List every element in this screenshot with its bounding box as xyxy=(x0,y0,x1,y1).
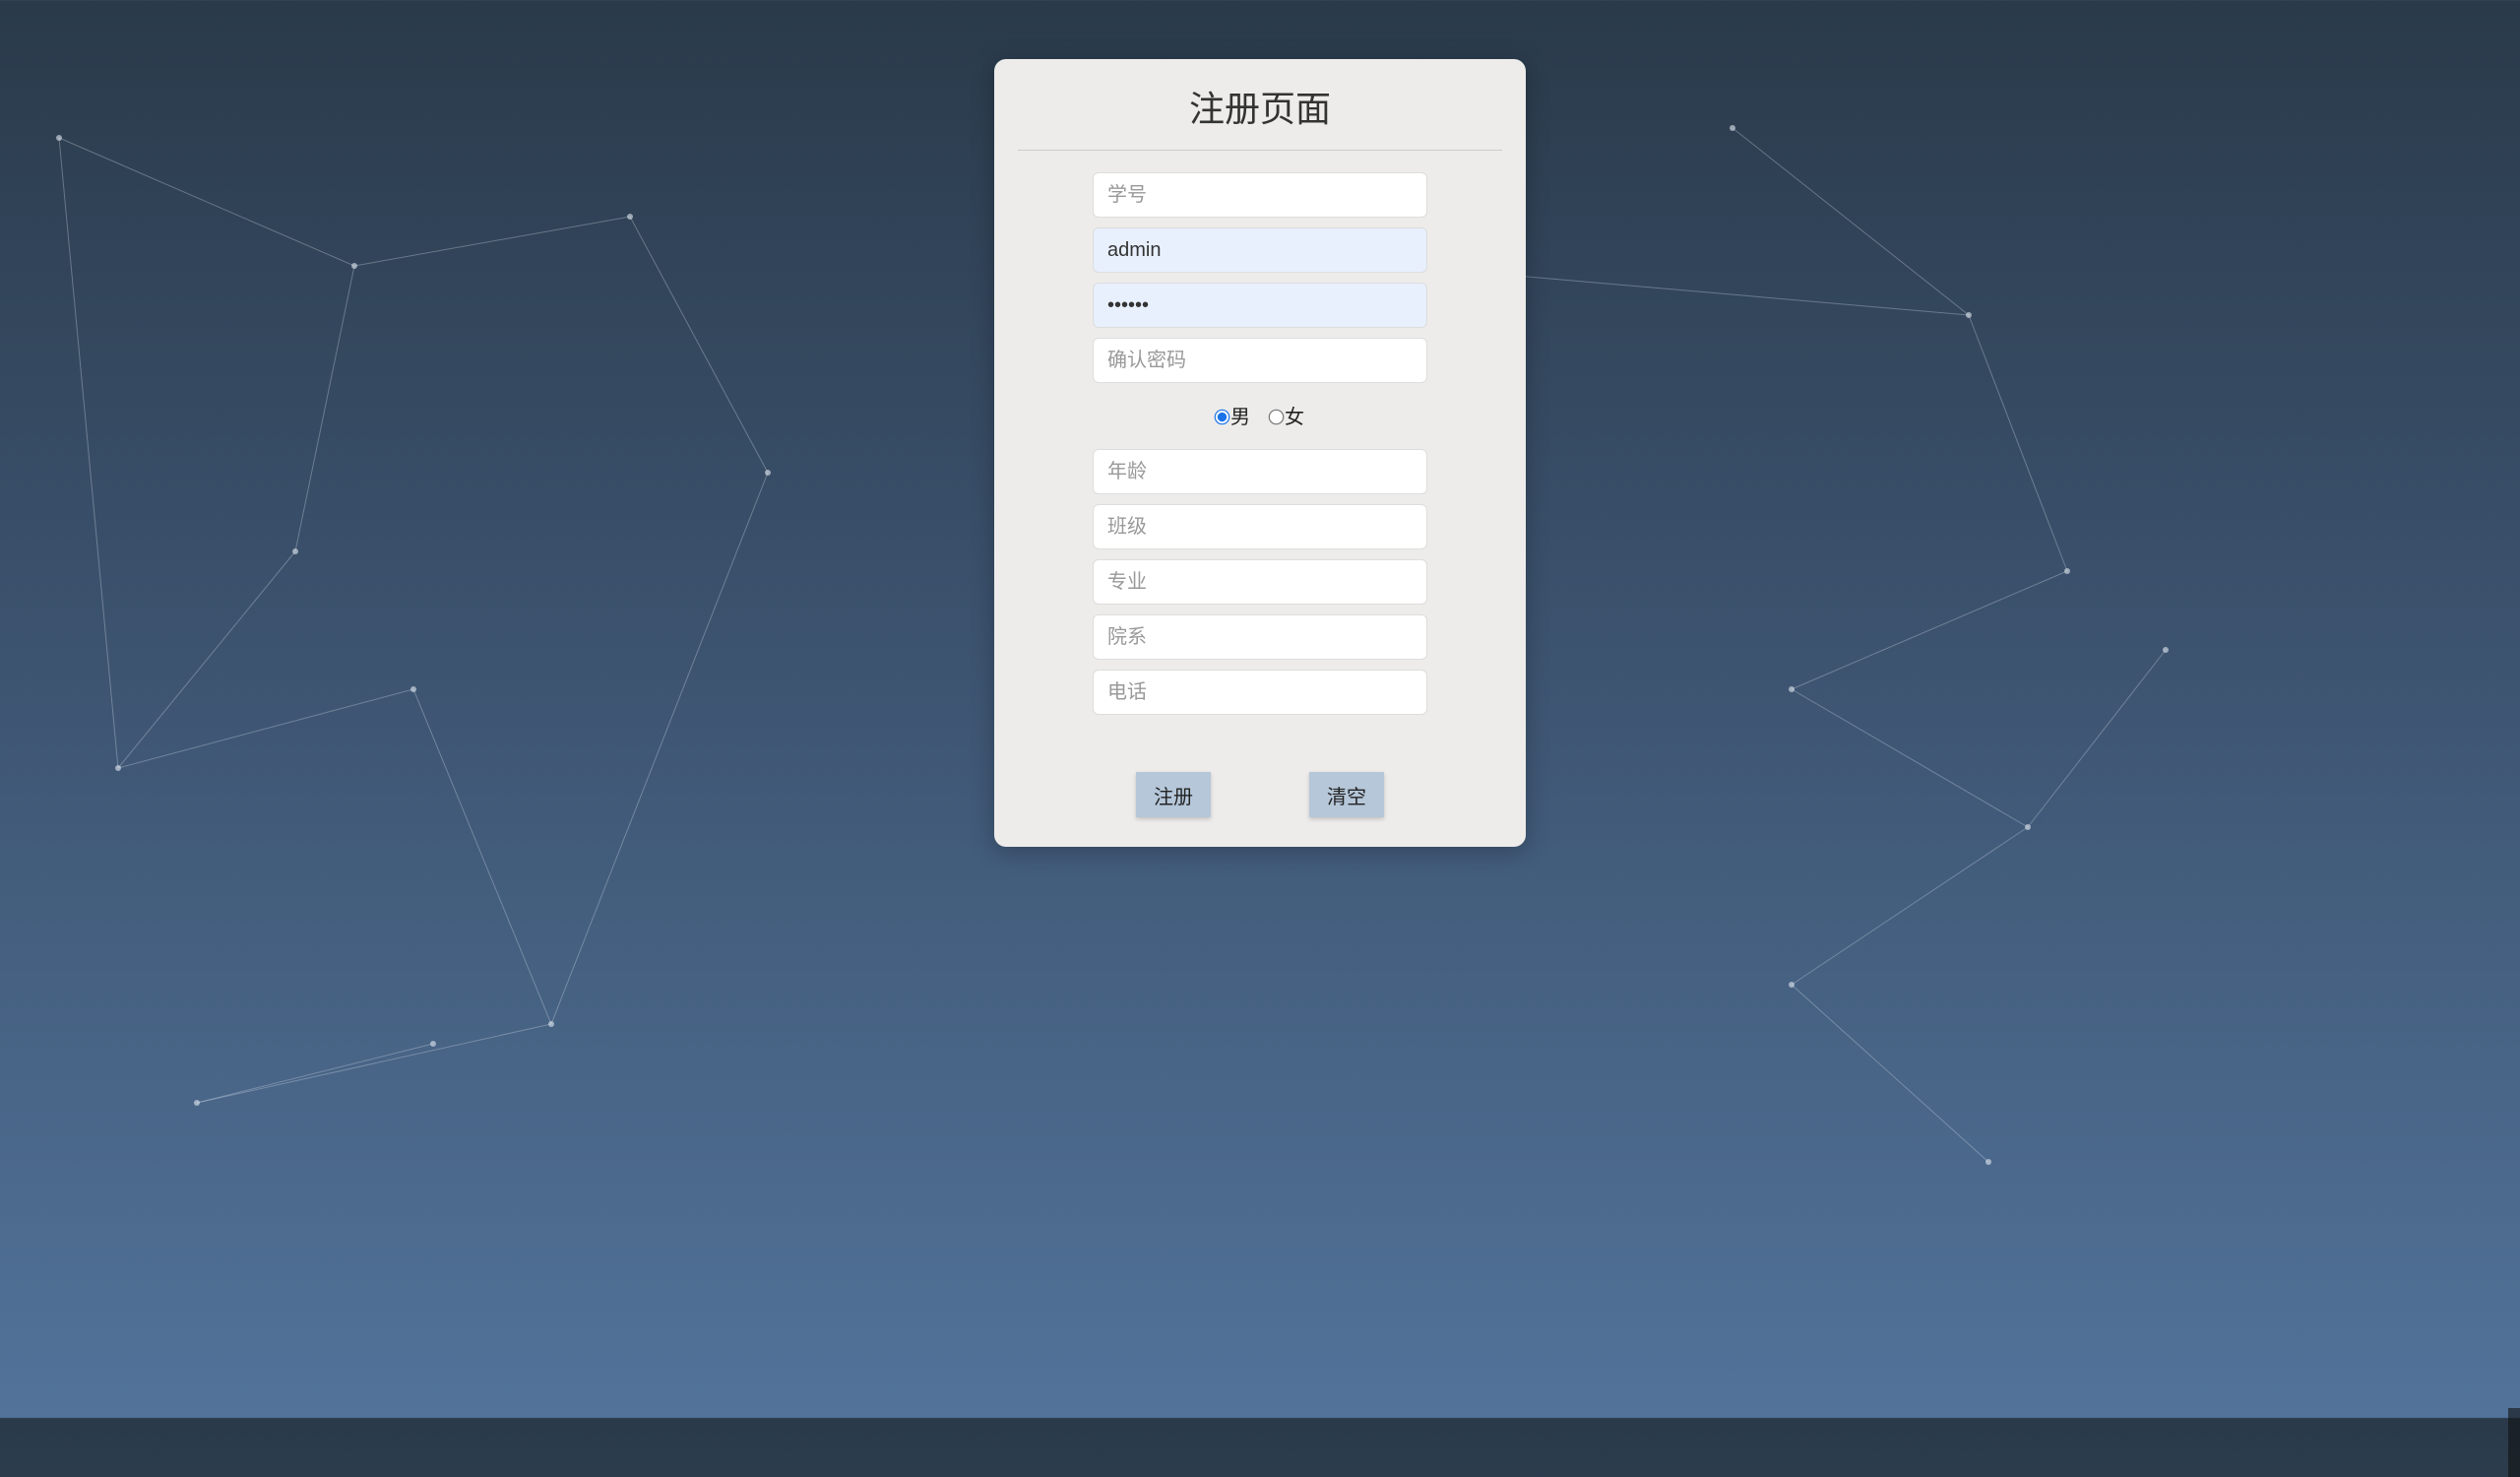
password-input[interactable] xyxy=(1093,283,1427,328)
gender-female-label: 女 xyxy=(1285,407,1304,428)
class-input[interactable] xyxy=(1093,504,1427,549)
confirm-password-input[interactable] xyxy=(1093,338,1427,383)
gender-female-option[interactable]: 女 xyxy=(1270,401,1304,429)
fields: 男 女 xyxy=(1018,172,1502,715)
department-input[interactable] xyxy=(1093,614,1427,660)
clear-button[interactable]: 清空 xyxy=(1309,772,1384,817)
scrollbar[interactable] xyxy=(2508,1408,2520,1477)
gender-male-label: 男 xyxy=(1230,407,1250,428)
gender-male-option[interactable]: 男 xyxy=(1216,401,1250,429)
gender-male-radio[interactable] xyxy=(1215,410,1230,425)
age-input[interactable] xyxy=(1093,449,1427,494)
username-input[interactable] xyxy=(1093,227,1427,273)
button-row: 注册 清空 xyxy=(1018,772,1502,817)
student-id-input[interactable] xyxy=(1093,172,1427,218)
gender-radio-group: 男 女 xyxy=(1216,393,1304,439)
phone-input[interactable] xyxy=(1093,670,1427,715)
register-button[interactable]: 注册 xyxy=(1136,772,1211,817)
gender-female-radio[interactable] xyxy=(1269,410,1285,425)
page-title: 注册页面 xyxy=(1018,81,1502,132)
major-input[interactable] xyxy=(1093,559,1427,605)
register-form-card: 注册页面 男 女 注册 清空 xyxy=(994,59,1526,847)
divider xyxy=(1018,150,1502,151)
